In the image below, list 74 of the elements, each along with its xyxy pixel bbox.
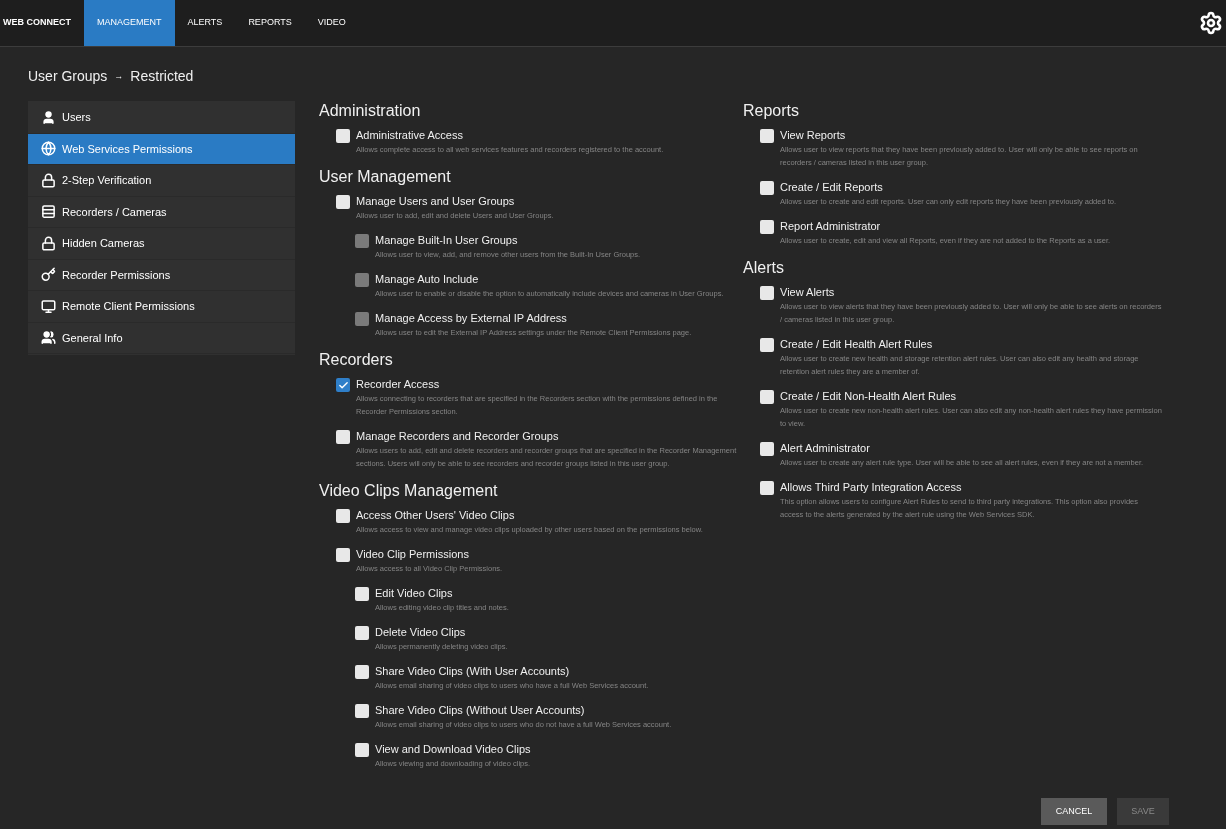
checkbox[interactable] bbox=[355, 626, 369, 640]
option-label: Report Administrator bbox=[780, 219, 882, 234]
option-label: Manage Access by External IP Address bbox=[375, 311, 568, 326]
option-label: Create / Edit Non-Health Alert Rules bbox=[780, 389, 958, 404]
checkbox[interactable] bbox=[760, 181, 774, 195]
checkbox[interactable] bbox=[336, 509, 350, 523]
section-heading: Reports bbox=[743, 101, 801, 121]
option-label: Manage Auto Include bbox=[375, 272, 480, 287]
check-icon bbox=[337, 379, 349, 391]
checkbox[interactable] bbox=[336, 378, 350, 392]
option-label: Manage Users and User Groups bbox=[356, 194, 516, 209]
checkbox[interactable] bbox=[336, 548, 350, 562]
checkbox[interactable] bbox=[760, 129, 774, 143]
users-icon bbox=[41, 330, 56, 346]
user-icon bbox=[41, 109, 56, 125]
checkbox[interactable] bbox=[336, 195, 350, 209]
option-label: Access Other Users' Video Clips bbox=[356, 508, 516, 523]
checkbox[interactable] bbox=[355, 743, 369, 757]
globe-icon bbox=[41, 141, 56, 157]
section-heading: Alerts bbox=[743, 258, 785, 278]
checkbox[interactable] bbox=[355, 704, 369, 718]
section-heading: Administration bbox=[319, 101, 422, 121]
option-label: Manage Built-In User Groups bbox=[375, 233, 519, 248]
sidebar-item[interactable]: Recorder Permissions bbox=[28, 259, 295, 291]
checkbox[interactable] bbox=[336, 129, 350, 143]
option-label: Video Clip Permissions bbox=[356, 547, 470, 562]
sidebar-item[interactable]: Recorders / Cameras bbox=[28, 196, 295, 228]
nav-tab[interactable]: VIDEO bbox=[304, 0, 359, 46]
settings-icon[interactable] bbox=[1199, 11, 1223, 35]
section-heading: Recorders bbox=[319, 350, 394, 370]
option-label: Recorder Access bbox=[356, 377, 441, 392]
breadcrumb-parent[interactable]: User Groups bbox=[28, 66, 108, 87]
checkbox[interactable] bbox=[355, 665, 369, 679]
sidebar-item[interactable]: 2-Step Verification bbox=[28, 165, 295, 197]
key-icon bbox=[41, 267, 56, 283]
option-label: Manage Recorders and Recorder Groups bbox=[356, 429, 560, 444]
brand-label[interactable]: WEB CONNECT bbox=[0, 0, 74, 46]
nav-tab[interactable]: REPORTS bbox=[235, 0, 305, 46]
option-label: View and Download Video Clips bbox=[375, 742, 531, 757]
checkbox[interactable] bbox=[336, 430, 350, 444]
checkbox[interactable] bbox=[355, 587, 369, 601]
lock-icon bbox=[41, 172, 56, 188]
monitor-icon bbox=[41, 298, 56, 314]
checkbox[interactable] bbox=[760, 481, 774, 495]
section-heading: User Management bbox=[319, 167, 452, 187]
lock-icon bbox=[41, 235, 56, 251]
list-icon bbox=[41, 204, 56, 220]
option-label: Share Video Clips (With User Accounts) bbox=[375, 664, 571, 679]
nav-tab[interactable]: MANAGEMENT bbox=[84, 0, 175, 46]
option-label: Create / Edit Health Alert Rules bbox=[780, 337, 934, 352]
option-label: Administrative Access bbox=[356, 128, 464, 143]
sidebar-item[interactable]: Users bbox=[28, 102, 295, 134]
breadcrumb-current: Restricted bbox=[130, 67, 194, 86]
action-button[interactable]: CANCEL bbox=[1041, 798, 1107, 825]
sidebar-item[interactable]: Web Services Permissions bbox=[28, 133, 295, 165]
sidebar-item[interactable]: Hidden Cameras bbox=[28, 228, 295, 260]
checkbox[interactable] bbox=[760, 442, 774, 456]
sidebar-item[interactable]: General Info bbox=[28, 322, 295, 354]
checkbox[interactable] bbox=[760, 220, 774, 234]
nav-tab[interactable]: ALERTS bbox=[174, 0, 236, 46]
breadcrumb-separator: → bbox=[114, 69, 124, 83]
option-label: View Alerts bbox=[780, 285, 836, 300]
checkbox[interactable] bbox=[760, 390, 774, 404]
checkbox[interactable] bbox=[760, 286, 774, 300]
section-heading: Video Clips Management bbox=[319, 481, 499, 501]
option-label: View Reports bbox=[780, 128, 847, 143]
option-label: Share Video Clips (Without User Accounts) bbox=[375, 703, 586, 718]
checkbox[interactable] bbox=[760, 338, 774, 352]
option-label: Create / Edit Reports bbox=[780, 180, 884, 195]
option-label: Edit Video Clips bbox=[375, 586, 454, 601]
sidebar-item[interactable]: Remote Client Permissions bbox=[28, 291, 295, 323]
option-label: Allows Third Party Integration Access bbox=[780, 480, 963, 495]
option-label: Alert Administrator bbox=[780, 441, 871, 456]
option-label: Delete Video Clips bbox=[375, 625, 467, 640]
